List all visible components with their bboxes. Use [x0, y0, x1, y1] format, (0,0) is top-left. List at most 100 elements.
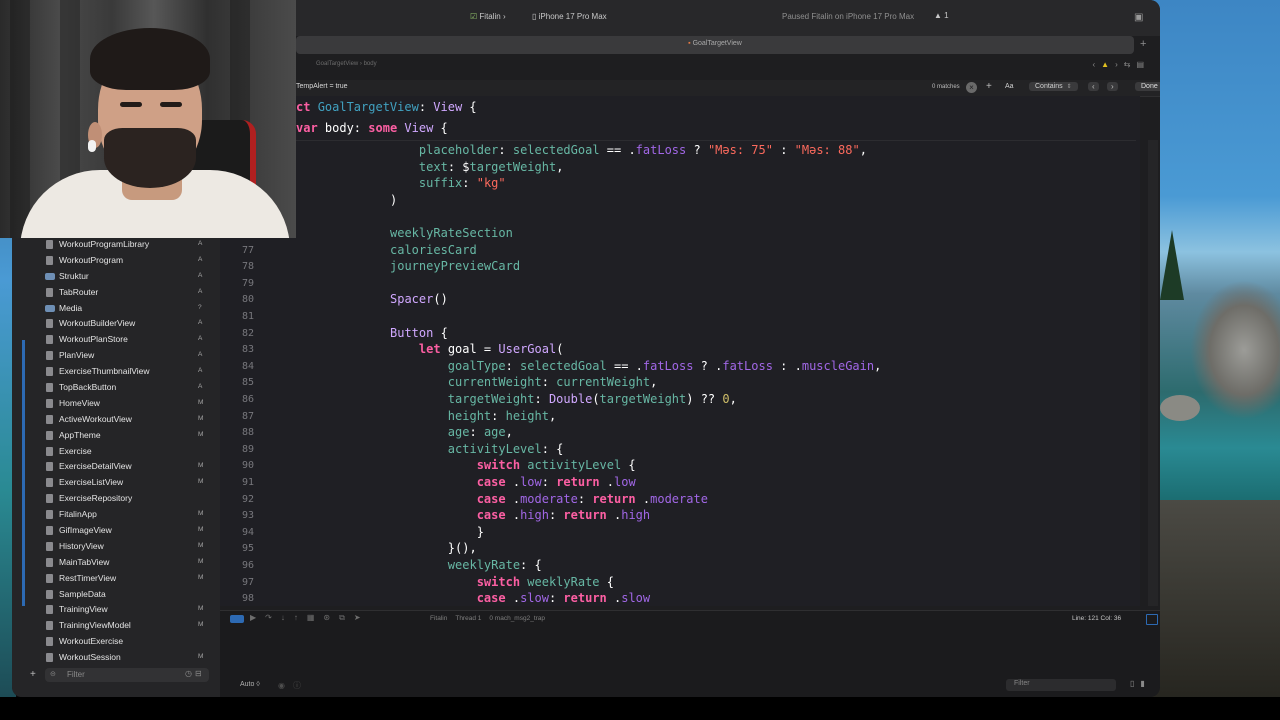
- code-line[interactable]: case .low: return .low: [390, 475, 636, 489]
- navigator-item[interactable]: TrainingViewModel M: [12, 618, 220, 634]
- navigator-item[interactable]: TopBackButton A: [12, 380, 220, 396]
- jump-bar-path[interactable]: GoalTargetView › body: [316, 61, 377, 67]
- step-into-icon[interactable]: ↓: [281, 613, 294, 622]
- add-tab-button[interactable]: +: [1140, 38, 1146, 50]
- split-right-icon[interactable]: ▮: [1140, 679, 1150, 688]
- code-line[interactable]: Button {: [390, 326, 448, 340]
- tab-goal-target-view[interactable]: ▪ GoalTargetView: [296, 40, 1134, 47]
- warnings-indicator[interactable]: ▲ 1: [934, 11, 949, 20]
- navigator-item[interactable]: MainTabView M: [12, 555, 220, 571]
- code-line[interactable]: Spacer(): [390, 292, 448, 306]
- console-filter-field[interactable]: Filter: [1006, 679, 1116, 691]
- navigator-item[interactable]: ExerciseRepository: [12, 491, 220, 507]
- continue-icon[interactable]: ▶: [250, 613, 265, 622]
- step-over-icon[interactable]: ↷: [265, 613, 281, 622]
- navigator-item[interactable]: SampleData: [12, 587, 220, 603]
- code-line[interactable]: targetWeight: Double(targetWeight) ?? 0,: [390, 392, 737, 406]
- navigator-item[interactable]: TrainingView M: [12, 602, 220, 618]
- split-left-icon[interactable]: ▯: [1130, 679, 1140, 688]
- navigator-item[interactable]: RestTimerView M: [12, 571, 220, 587]
- code-line[interactable]: height: height,: [390, 409, 556, 423]
- find-done-button[interactable]: Done: [1135, 82, 1160, 91]
- find-mode-select[interactable]: Contains ⇕: [1029, 82, 1078, 91]
- scope-header-line[interactable]: var body: some View {: [296, 121, 448, 139]
- navigator-item[interactable]: GifImageView M: [12, 523, 220, 539]
- view-debugger-icon[interactable]: ▦: [307, 613, 324, 622]
- add-pattern-button[interactable]: +: [986, 81, 992, 92]
- warning-icon[interactable]: ▲: [1101, 60, 1115, 69]
- navigator-item[interactable]: HistoryView M: [12, 539, 220, 555]
- code-line[interactable]: goalType: selectedGoal == .fatLoss ? .fa…: [390, 359, 882, 373]
- code-line[interactable]: let goal = UserGoal(: [390, 342, 564, 356]
- find-next-button[interactable]: ›: [1107, 82, 1118, 91]
- add-file-button[interactable]: +: [30, 669, 36, 680]
- scope-header-line[interactable]: ct GoalTargetView: View {: [296, 100, 477, 118]
- scheme-selector[interactable]: ☑ Fitalin ›: [470, 12, 506, 21]
- match-case-toggle[interactable]: Aa: [1005, 83, 1014, 90]
- navigator-item[interactable]: WorkoutSession M: [12, 650, 220, 666]
- navigator-item[interactable]: WorkoutPlanStore A: [12, 332, 220, 348]
- related-items-icon[interactable]: ⇆: [1124, 60, 1137, 69]
- variables-scope-select[interactable]: Auto ◊: [240, 681, 260, 688]
- navigator-item[interactable]: ExerciseDetailView M: [12, 459, 220, 475]
- chevron-right-icon[interactable]: ›: [1115, 60, 1124, 69]
- navigator-item[interactable]: PlanView A: [12, 348, 220, 364]
- source-editor[interactable]: ct GoalTargetView: View { var body: some …: [220, 96, 1140, 606]
- debug-breadcrumb-item[interactable]: 0 mach_msg2_trap: [489, 615, 545, 622]
- debug-area-toggle-icon[interactable]: [1146, 614, 1158, 625]
- code-line[interactable]: weeklyRate: {: [390, 558, 542, 572]
- step-out-icon[interactable]: ↑: [294, 613, 307, 622]
- navigator-item-label: FitalinApp: [59, 509, 97, 520]
- navigator-item[interactable]: WorkoutBuilderView A: [12, 316, 220, 332]
- code-line[interactable]: case .slow: return .slow: [390, 591, 650, 605]
- code-line[interactable]: }(),: [390, 541, 477, 555]
- code-line[interactable]: switch activityLevel {: [390, 458, 636, 472]
- navigator-item[interactable]: WorkoutProgramLibrary A: [12, 237, 220, 253]
- editor-scrollbar[interactable]: [1148, 140, 1158, 606]
- code-line[interactable]: text: $targetWeight,: [390, 160, 564, 174]
- navigator-item[interactable]: WorkoutProgram A: [12, 253, 220, 269]
- navigator-item[interactable]: ExerciseThumbnailView A: [12, 364, 220, 380]
- navigator-item[interactable]: WorkoutExercise: [12, 634, 220, 650]
- navigator-item[interactable]: FitalinApp M: [12, 507, 220, 523]
- memory-graph-icon[interactable]: ⊛: [323, 613, 339, 622]
- code-line[interactable]: journeyPreviewCard: [390, 259, 520, 273]
- navigator-item[interactable]: AppTheme M: [12, 428, 220, 444]
- navigator-item[interactable]: Exercise: [12, 444, 220, 460]
- checkbox-icon: ☑: [470, 12, 480, 21]
- code-line[interactable]: age: age,: [390, 425, 513, 439]
- recent-files-icon[interactable]: ◷⊟: [185, 669, 205, 678]
- split-editor-icon[interactable]: ▤: [1136, 60, 1150, 69]
- navigator-item[interactable]: ExerciseListView M: [12, 475, 220, 491]
- find-input[interactable]: TempAlert = true: [296, 83, 348, 90]
- breakpoints-toggle-icon[interactable]: [230, 615, 244, 623]
- clear-search-icon[interactable]: ×: [966, 82, 977, 93]
- code-line[interactable]: case .moderate: return .moderate: [390, 492, 708, 506]
- navigator-item[interactable]: ActiveWorkoutView M: [12, 412, 220, 428]
- navigator-item[interactable]: Struktur A: [12, 269, 220, 285]
- environment-overrides-icon[interactable]: ⧉: [339, 613, 354, 622]
- code-line[interactable]: suffix: "kg": [390, 176, 506, 190]
- debug-breadcrumb-item[interactable]: Thread 1: [455, 615, 481, 622]
- code-line[interactable]: case .high: return .high: [390, 508, 650, 522]
- debug-breadcrumb-item[interactable]: Fitalin: [430, 615, 447, 622]
- eye-icon[interactable]: ◉: [278, 681, 293, 690]
- chevron-left-icon[interactable]: ‹: [1092, 60, 1101, 69]
- inspector-toggle-icon[interactable]: ▣: [1134, 12, 1143, 23]
- simulate-location-icon[interactable]: ➤: [354, 613, 370, 622]
- code-line[interactable]: weeklyRateSection: [390, 226, 513, 240]
- navigator-item[interactable]: HomeView M: [12, 396, 220, 412]
- run-destination[interactable]: ▯ iPhone 17 Pro Max: [532, 12, 607, 21]
- code-line[interactable]: caloriesCard: [390, 243, 477, 257]
- navigator-filter-field[interactable]: ⊝ Filter ◷⊟: [45, 668, 209, 682]
- code-line[interactable]: switch weeklyRate {: [390, 575, 614, 589]
- code-line[interactable]: ): [390, 193, 397, 207]
- navigator-item[interactable]: Media?: [12, 301, 220, 317]
- code-line[interactable]: placeholder: selectedGoal == .fatLoss ? …: [390, 143, 867, 157]
- navigator-item[interactable]: TabRouter A: [12, 285, 220, 301]
- code-line[interactable]: activityLevel: {: [390, 442, 564, 456]
- code-line[interactable]: }: [390, 525, 484, 539]
- code-line[interactable]: currentWeight: currentWeight,: [390, 375, 658, 389]
- find-previous-button[interactable]: ‹: [1088, 82, 1099, 91]
- info-icon[interactable]: ⓘ: [293, 681, 309, 690]
